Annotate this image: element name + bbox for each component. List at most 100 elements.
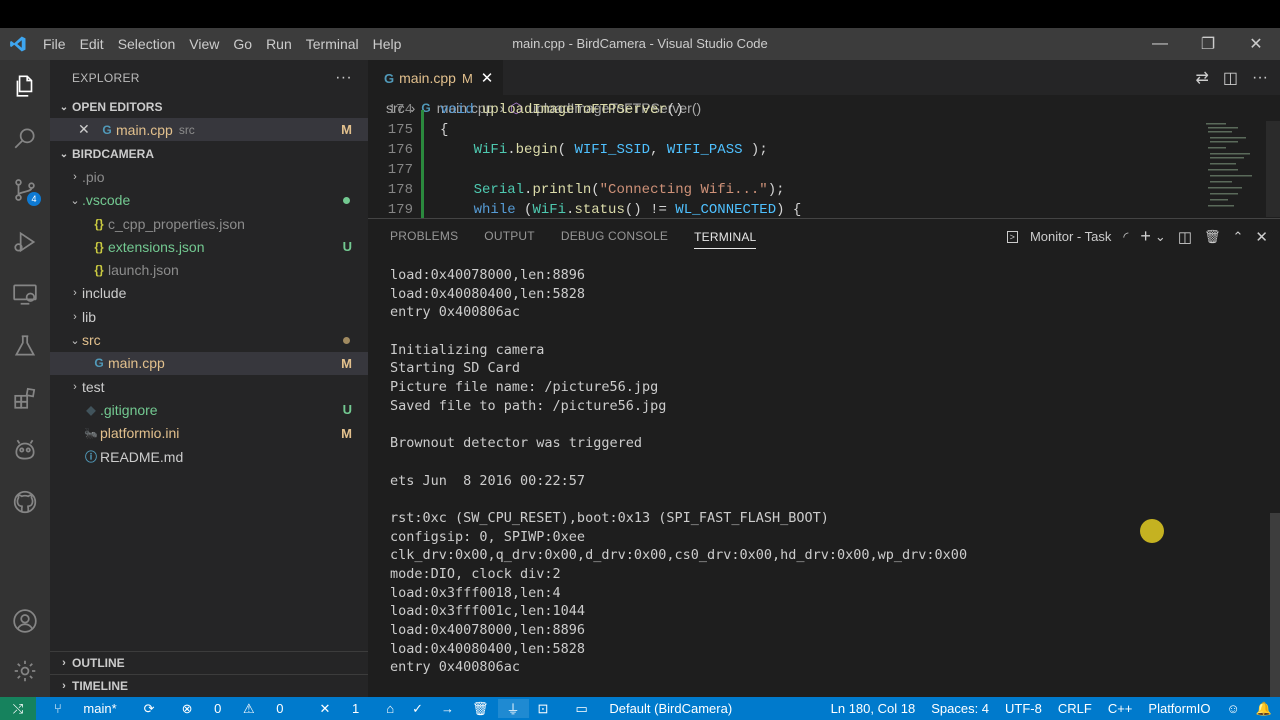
problems-item[interactable]: ⊗ 0 ⚠ 0 xyxy=(164,701,302,717)
terminal-scrollbar[interactable] xyxy=(1270,513,1280,698)
tree-item[interactable]: ⌄ .vscode xyxy=(50,189,368,212)
close-panel-icon[interactable]: ✕ xyxy=(1255,228,1268,246)
platformio-icon[interactable] xyxy=(0,424,50,476)
project-header[interactable]: ⌄ BIRDCAMERA xyxy=(50,143,368,165)
tree-item[interactable]: › test xyxy=(50,375,368,398)
code-text: { xyxy=(440,122,449,138)
tab-debug-console[interactable]: DEBUG CONSOLE xyxy=(561,219,668,254)
timeline-section[interactable]: › TIMELINE xyxy=(50,674,368,697)
encoding[interactable]: UTF-8 xyxy=(997,701,1050,716)
tab-terminal[interactable]: TERMINAL xyxy=(694,225,757,249)
tree-item[interactable]: {} c_cpp_properties.json xyxy=(50,212,368,235)
remote-explorer-icon[interactable] xyxy=(0,268,50,320)
menu-view[interactable]: View xyxy=(182,28,226,60)
settings-gear-icon[interactable] xyxy=(0,645,50,697)
upload-arrow-icon[interactable]: → xyxy=(432,701,463,716)
tree-item[interactable]: › lib xyxy=(50,305,368,328)
clean-trash-icon[interactable]: 🗑 xyxy=(463,701,498,717)
close-window-icon[interactable]: ✕ xyxy=(1232,28,1280,60)
project-env-item[interactable]: ▭ Default (BirdCamera) xyxy=(557,701,750,717)
serial-monitor-plug-icon[interactable]: ⏚ xyxy=(497,699,529,718)
terminal-output[interactable]: load:0x40078000,len:8896 load:0x40080400,… xyxy=(390,266,1250,677)
task-select[interactable]: Monitor - Task xyxy=(1030,229,1111,244)
open-editors-header[interactable]: ⌄ OPEN EDITORS xyxy=(50,96,368,118)
tab-output[interactable]: OUTPUT xyxy=(484,219,535,254)
code-view[interactable]: 174 void uploadImageToFTPServer() 175 {176 … xyxy=(368,102,1198,218)
run-debug-icon[interactable] xyxy=(0,216,50,268)
folder-icon: ▭ xyxy=(575,700,592,716)
terminal-line: clk_drv:0x00,q_drv:0x00,d_drv:0x00,cs0_d… xyxy=(390,547,968,564)
tools-icon: ✕ xyxy=(319,700,334,716)
editor-scrollbar[interactable] xyxy=(1266,121,1280,217)
tasks-item[interactable]: ✕ 1 xyxy=(301,701,377,717)
bell-icon[interactable]: 🔔 xyxy=(1248,701,1280,717)
terminal-icon[interactable]: ⊡ xyxy=(529,701,558,717)
file-tree: › .pio ⌄ .vscode{} c_cpp_properties.json{} ex… xyxy=(50,165,368,468)
line-number: 174 xyxy=(387,102,413,118)
tree-item[interactable]: ⓘ README.md xyxy=(50,445,368,468)
split-editor-icon[interactable]: ◫ xyxy=(1223,68,1238,88)
env-label: Default (BirdCamera) xyxy=(609,700,733,716)
trash-icon[interactable]: 🗑 xyxy=(1204,229,1221,245)
tree-item[interactable]: {} launch.json xyxy=(50,258,368,281)
platformio-item[interactable]: PlatformIO xyxy=(1140,701,1218,716)
mouse-cursor-highlight xyxy=(1140,519,1164,543)
tab-main-cpp[interactable]: G main.cpp M ✕ xyxy=(368,60,504,95)
branch-item[interactable]: ⑂ main* xyxy=(36,701,135,716)
add-terminal-icon[interactable]: + xyxy=(1140,226,1151,247)
github-icon[interactable] xyxy=(0,476,50,528)
tree-item[interactable]: {} extensions.json U xyxy=(50,235,368,258)
end-of-line[interactable]: CRLF xyxy=(1050,701,1100,716)
menu-run[interactable]: Run xyxy=(259,28,299,60)
minimize-icon[interactable]: — xyxy=(1136,28,1184,60)
terminal-line: load:0x40078000,len:8896 xyxy=(390,267,586,283)
language-mode[interactable]: C++ xyxy=(1100,701,1141,716)
menu-help[interactable]: Help xyxy=(366,28,409,60)
tree-item[interactable]: ⌄ src xyxy=(50,328,368,351)
more-actions-icon[interactable]: ··· xyxy=(335,69,352,87)
chevron-right-icon: › xyxy=(62,680,66,692)
tree-item[interactable]: › include xyxy=(50,282,368,305)
more-actions-icon[interactable]: ··· xyxy=(1252,69,1268,87)
menu-file[interactable]: File xyxy=(36,28,73,60)
split-terminal-icon[interactable]: ◫ xyxy=(1178,228,1192,246)
tree-item[interactable]: Gmain.cpp M xyxy=(50,351,368,375)
sync-icon[interactable]: ⟳ xyxy=(135,701,164,717)
restore-icon[interactable]: ❐ xyxy=(1184,28,1232,60)
open-editor-item[interactable]: ✕ G main.cpp src M xyxy=(50,118,368,142)
chevron-right-icon: › xyxy=(73,287,77,300)
remote-icon[interactable]: ⤭ xyxy=(0,697,36,720)
menu-edit[interactable]: Edit xyxy=(73,28,111,60)
account-icon[interactable] xyxy=(0,595,50,647)
open-changes-icon[interactable]: ⇄ xyxy=(1195,68,1208,88)
menu-go[interactable]: Go xyxy=(226,28,259,60)
indentation[interactable]: Spaces: 4 xyxy=(923,701,997,716)
extensions-icon[interactable] xyxy=(0,372,50,424)
source-control-icon[interactable]: 4 xyxy=(0,164,50,216)
tab-problems[interactable]: PROBLEMS xyxy=(390,219,458,254)
cursor-position[interactable]: Ln 180, Col 18 xyxy=(823,701,924,716)
tree-item[interactable]: › .pio xyxy=(50,165,368,188)
chevron-down-icon[interactable]: ⌄ xyxy=(1155,229,1166,245)
error-count: 0 xyxy=(214,700,222,716)
maximize-panel-icon[interactable]: ⌃ xyxy=(1233,229,1244,245)
platformio-file-icon: 🐜 xyxy=(84,427,98,440)
close-editor-icon[interactable]: ✕ xyxy=(78,121,98,138)
tree-item[interactable]: ◆ .gitignore U xyxy=(50,398,368,421)
tree-item-label: main.cpp xyxy=(108,355,165,372)
search-icon[interactable] xyxy=(0,112,50,164)
close-tab-icon[interactable]: ✕ xyxy=(481,69,494,87)
terminal-line: Brownout detector was triggered xyxy=(390,435,642,452)
feedback-icon[interactable]: ☺ xyxy=(1219,701,1248,716)
menu-selection[interactable]: Selection xyxy=(111,28,183,60)
tree-item[interactable]: 🐜 platformio.ini M xyxy=(50,422,368,445)
outline-section[interactable]: › OUTLINE xyxy=(50,651,368,674)
minimap[interactable] xyxy=(1198,121,1268,217)
open-editor-name: main.cpp xyxy=(116,121,173,138)
testing-icon[interactable] xyxy=(0,320,50,372)
home-icon[interactable]: ⌂ xyxy=(377,701,403,716)
cpp-file-icon: G xyxy=(384,70,395,86)
build-check-icon[interactable]: ✓ xyxy=(403,701,432,717)
menu-terminal[interactable]: Terminal xyxy=(299,28,366,60)
explorer-icon[interactable] xyxy=(0,60,50,112)
